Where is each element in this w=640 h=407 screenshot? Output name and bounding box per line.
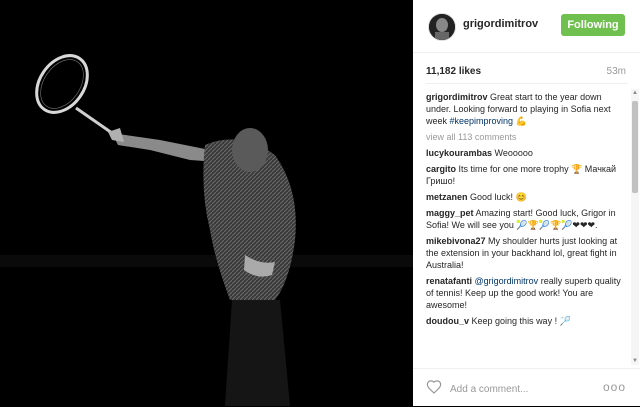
header-username[interactable]: grigordimitrov [463,18,538,30]
comment-item: lucykourambas Weooooo [426,147,626,159]
comment-text: Good luck! 😊 [470,192,527,202]
comment-item: cargito Its time for one more trophy 🏆 М… [426,163,626,187]
following-button[interactable]: Following [561,14,625,36]
comment-item: metzanen Good luck! 😊 [426,191,626,203]
comment-text: Weooooo [494,148,533,158]
comment-username[interactable]: renatafanti [426,276,472,286]
comment-item: mikebivona27 My shoulder hurts just look… [426,235,626,271]
post-time[interactable]: 53m [607,66,626,77]
post-footer: ooo [413,368,640,407]
caption: grigordimitrov Great start to the year d… [426,91,626,127]
caption-hashtag[interactable]: #keepimproving [450,116,514,126]
tennis-player-photo [0,0,413,406]
post-header: grigordimitrov Following [413,0,640,53]
comment-username[interactable]: doudou_v [426,316,469,326]
heart-icon[interactable] [426,379,442,395]
post-photo[interactable] [0,0,413,406]
comment-username[interactable]: metzanen [426,192,468,202]
avatar[interactable] [428,13,456,41]
add-comment-input[interactable] [450,382,600,396]
comment-username[interactable]: mikebivona27 [426,236,486,246]
more-options-icon[interactable]: ooo [603,380,626,394]
comment-username[interactable]: cargito [426,164,456,174]
scroll-down-arrow-icon[interactable]: ▼ [631,357,639,365]
likes-count[interactable]: 11,182 likes [426,66,481,77]
comment-item: maggy_pet Amazing start! Good luck, Grig… [426,207,626,231]
comments-list[interactable]: grigordimitrov Great start to the year d… [426,91,626,361]
comment-username[interactable]: lucykourambas [426,148,492,158]
instagram-post-modal: grigordimitrov Following 11,182 likes 53… [0,0,640,406]
post-side-panel: grigordimitrov Following 11,182 likes 53… [413,0,640,406]
view-all-comments-link[interactable]: view all 113 comments [426,131,626,143]
caption-username[interactable]: grigordimitrov [426,92,488,102]
comment-mention[interactable]: @grigordimitrov [475,276,539,286]
comment-username[interactable]: maggy_pet [426,208,474,218]
scroll-up-arrow-icon[interactable]: ▲ [631,89,639,97]
scrollbar-thumb[interactable] [632,101,638,193]
avatar-image [429,14,455,40]
divider [426,83,628,84]
comments-scrollbar[interactable]: ▲ ▼ [631,89,639,365]
caption-emoji: 💪 [515,116,527,126]
comment-text: Keep going this way ! 🏸 [471,316,571,326]
comment-item: doudou_v Keep going this way ! 🏸 [426,315,626,327]
comment-item: renatafanti @grigordimitrov really super… [426,275,626,311]
